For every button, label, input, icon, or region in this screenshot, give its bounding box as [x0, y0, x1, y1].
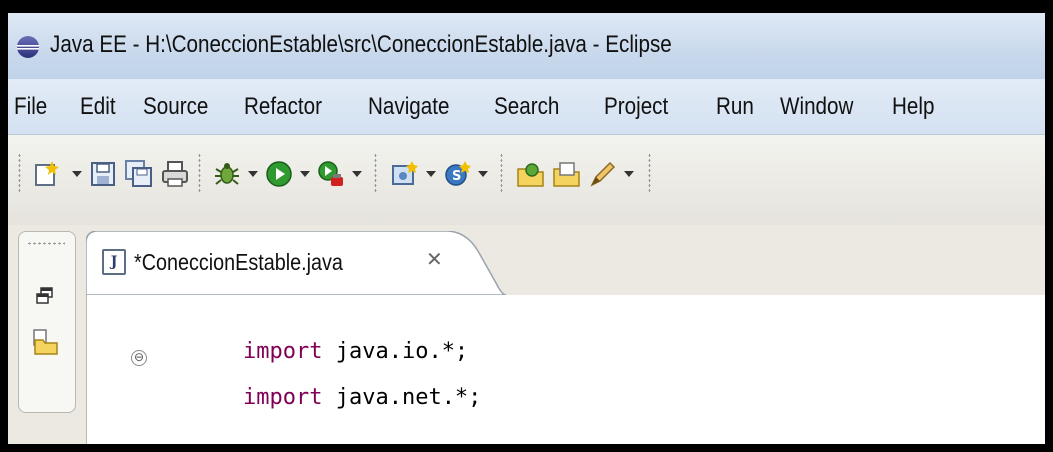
external-tools-icon[interactable]: [316, 159, 346, 189]
tab-label: *ConeccionEstable.java: [134, 249, 343, 275]
eclipse-window: Java EE - H:\ConeccionEstable\src\Conecc…: [8, 13, 1045, 444]
print-icon[interactable]: [160, 159, 190, 189]
keyword: import: [243, 385, 323, 410]
open-type-icon[interactable]: [516, 159, 546, 189]
menu-file[interactable]: File: [14, 93, 47, 121]
svg-text:S: S: [452, 169, 461, 184]
debug-icon[interactable]: [212, 159, 242, 189]
title-bar[interactable]: Java EE - H:\ConeccionEstable\src\Conecc…: [8, 13, 1045, 79]
menu-bar: File Edit Source Refactor Navigate Searc…: [8, 79, 1045, 135]
editor-gutter: [87, 295, 127, 444]
menu-help[interactable]: Help: [892, 93, 934, 121]
trim-grip[interactable]: [27, 242, 65, 245]
menu-source[interactable]: Source: [143, 93, 208, 121]
new-java-class-icon[interactable]: S: [442, 159, 472, 189]
menu-search[interactable]: Search: [494, 93, 559, 121]
save-all-icon[interactable]: [124, 159, 154, 189]
debug-dropdown-arrow[interactable]: [248, 171, 258, 177]
toolbar-grip[interactable]: [198, 153, 201, 193]
new-class-dropdown-arrow[interactable]: [478, 171, 488, 177]
code-line[interactable]: import java.net.*;: [243, 385, 481, 410]
new-wizard-icon[interactable]: [32, 159, 62, 189]
restore-icon[interactable]: [35, 286, 55, 306]
menu-refactor[interactable]: Refactor: [244, 93, 322, 121]
toolbar-grip[interactable]: [374, 153, 377, 193]
editor-area: J *ConeccionEstable.java ✕ ⊖ import java…: [86, 225, 1045, 444]
menu-edit[interactable]: Edit: [80, 93, 116, 121]
main-toolbar: S: [8, 135, 1045, 225]
run-icon[interactable]: [264, 159, 294, 189]
menu-run[interactable]: Run: [716, 93, 754, 121]
editor-tab[interactable]: J *ConeccionEstable.java ✕: [86, 231, 506, 295]
pen-dropdown-arrow[interactable]: [624, 171, 634, 177]
eclipse-icon: [17, 36, 39, 58]
toolbar-grip[interactable]: [18, 153, 21, 193]
toolbar-grip[interactable]: [648, 153, 651, 193]
save-icon[interactable]: [88, 159, 118, 189]
code-line[interactable]: import java.io.*;: [243, 339, 468, 364]
toolbar-grip[interactable]: [500, 153, 503, 193]
pen-icon[interactable]: [588, 159, 618, 189]
collapse-fold-icon[interactable]: ⊖: [131, 350, 147, 366]
new-project-dropdown-arrow[interactable]: [426, 171, 436, 177]
external-tools-dropdown-arrow[interactable]: [352, 171, 362, 177]
menu-navigate[interactable]: Navigate: [368, 93, 449, 121]
window-title: Java EE - H:\ConeccionEstable\src\Conecc…: [50, 31, 672, 58]
run-dropdown-arrow[interactable]: [300, 171, 310, 177]
keyword: import: [243, 339, 323, 364]
close-icon[interactable]: ✕: [426, 247, 443, 271]
new-java-project-icon[interactable]: [390, 159, 420, 189]
java-file-icon: J: [102, 249, 126, 275]
code-text: java.net.*;: [322, 385, 482, 410]
code-editor[interactable]: ⊖ import java.io.*; import java.net.*;: [86, 295, 1045, 444]
menu-window[interactable]: Window: [780, 93, 853, 121]
open-task-icon[interactable]: [552, 159, 582, 189]
minimized-view-stack: [18, 231, 76, 413]
package-explorer-icon[interactable]: [31, 328, 59, 356]
new-dropdown-arrow[interactable]: [72, 171, 82, 177]
code-text: java.io.*;: [322, 339, 469, 364]
editor-tab-strip: J *ConeccionEstable.java ✕: [86, 225, 1045, 295]
menu-project[interactable]: Project: [604, 93, 668, 121]
